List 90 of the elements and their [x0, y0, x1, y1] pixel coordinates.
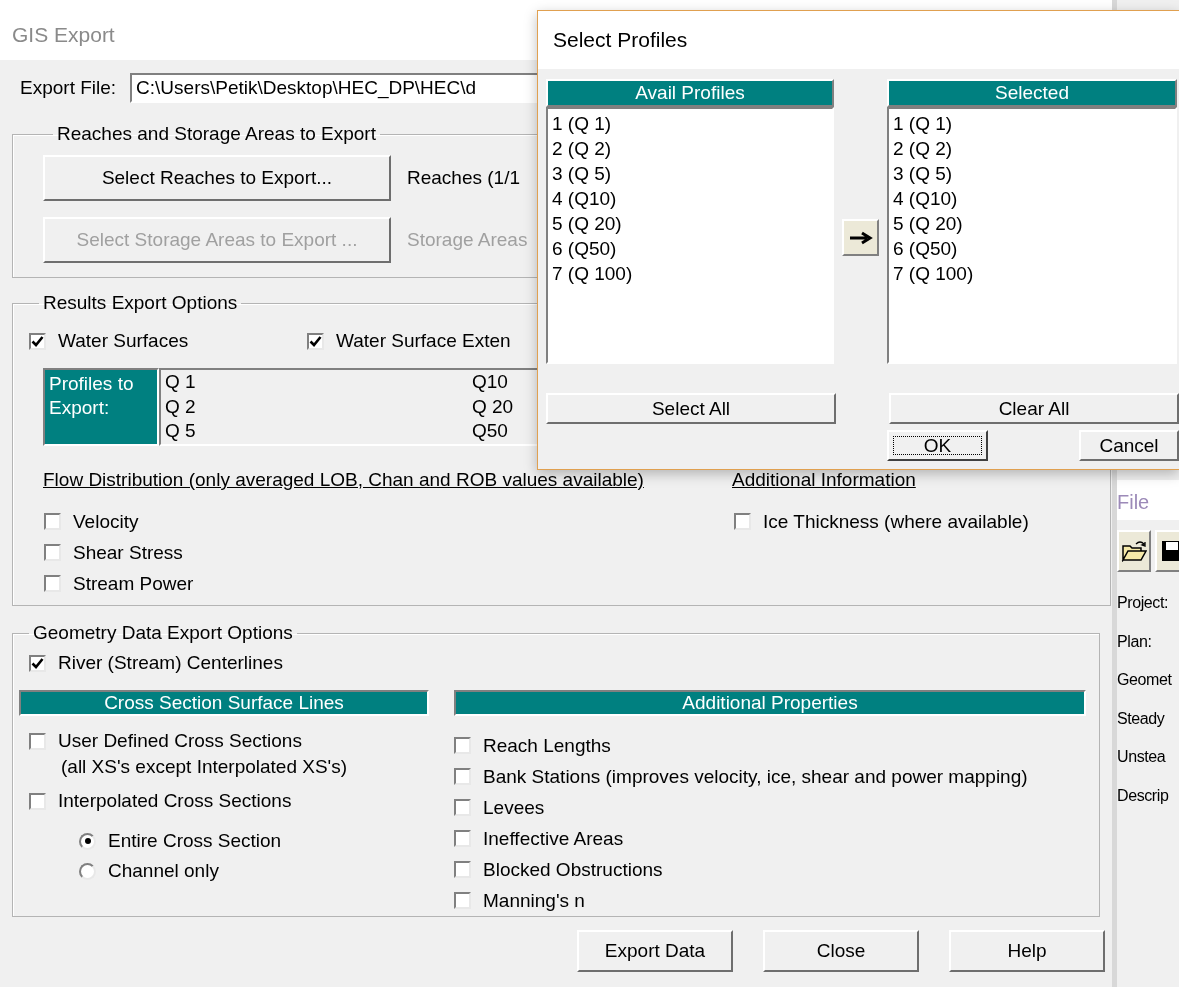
arrow-right-icon	[848, 230, 873, 245]
checkbox[interactable]	[454, 768, 471, 785]
list-item[interactable]: 3 (Q 5)	[552, 161, 828, 186]
section-header: Cross Section Surface Lines	[19, 690, 429, 716]
checkbox[interactable]	[29, 732, 46, 750]
list-item[interactable]: 7 (Q 100)	[893, 261, 1171, 286]
select-all-button[interactable]: Select All	[546, 393, 836, 424]
group-title: Results Export Options	[42, 292, 239, 314]
checkbox[interactable]	[29, 654, 46, 672]
group-title: Geometry Data Export Options	[32, 622, 294, 644]
list-item[interactable]: 5 (Q 20)	[552, 211, 828, 236]
profile-item: Q 2	[165, 394, 196, 419]
field-label: Project:	[1117, 594, 1169, 613]
checkbox-label: Ineffective Areas	[483, 827, 624, 850]
window-title: GIS Export	[12, 23, 115, 47]
dialog-button[interactable]: Close	[763, 930, 919, 972]
checkbox-label: Levees	[483, 796, 545, 819]
profile-item: Q50	[472, 419, 508, 443]
list-item[interactable]: 2 (Q 2)	[552, 136, 828, 161]
field-label: Unstea	[1117, 748, 1166, 767]
list-header: Selected	[887, 79, 1177, 107]
checkbox-label: Interpolated Cross Sections	[58, 790, 292, 812]
checkbox[interactable]	[307, 332, 324, 350]
status-text: Storage Areas	[407, 229, 528, 251]
field-label: Geomet	[1117, 671, 1172, 690]
list-item[interactable]: 6 (Q50)	[552, 236, 828, 261]
list-header: Avail Profiles	[546, 79, 834, 107]
radio-button[interactable]	[79, 832, 96, 850]
checkbox-label: River (Stream) Centerlines	[58, 652, 283, 674]
dialog-button[interactable]: Export Data	[577, 930, 733, 972]
checkbox[interactable]	[734, 513, 751, 530]
profile-item: Q10	[472, 370, 508, 394]
checkbox[interactable]	[454, 799, 471, 816]
floppy-icon	[1161, 540, 1179, 562]
checkbox[interactable]	[454, 892, 471, 909]
list-item[interactable]: 4 (Q10)	[552, 186, 828, 211]
section-header: Additional Properties	[454, 690, 1086, 716]
clear-all-button[interactable]: Clear All	[889, 393, 1179, 424]
profiles-label: Profiles to Export:	[43, 368, 159, 446]
radio-label: Entire Cross Section	[108, 830, 282, 852]
radio-button[interactable]	[79, 862, 96, 880]
status-text: Reaches (1/1	[407, 167, 520, 189]
profile-item: Q 5	[165, 419, 196, 443]
checkbox-label: Blocked Obstructions	[483, 858, 663, 881]
checkbox[interactable]	[454, 737, 471, 754]
open-button[interactable]	[1117, 530, 1151, 572]
save-button[interactable]	[1155, 530, 1179, 572]
checkbox[interactable]	[454, 861, 471, 878]
checkbox-label: Manning's n	[483, 889, 585, 912]
field-label: Descrip	[1117, 786, 1169, 806]
field-label: Export File:	[20, 77, 117, 99]
checkbox-label: Bank Stations (improves velocity, ice, shear and power mapping)	[483, 765, 1028, 788]
list-item[interactable]: 2 (Q 2)	[893, 136, 1171, 161]
cancel-button[interactable]: Cancel	[1079, 430, 1179, 461]
section-heading: Flow Distribution (only averaged LOB, Chan and ROB values available)	[43, 468, 645, 492]
checkbox[interactable]	[44, 513, 61, 530]
profile-item: Q 1	[165, 370, 196, 394]
checkbox[interactable]	[44, 544, 61, 561]
section-heading: Additional Information	[732, 468, 917, 492]
checkbox-label: Reach Lengths	[483, 734, 611, 757]
profile-item: Q 20	[472, 394, 514, 419]
radio-label: Channel only	[108, 860, 219, 882]
list-item[interactable]: 4 (Q10)	[893, 186, 1171, 211]
checkbox-label: Ice Thickness (where available)	[763, 510, 1029, 533]
checkbox-label: User Defined Cross Sections	[58, 730, 302, 752]
list-item[interactable]: 6 (Q50)	[893, 236, 1171, 261]
dialog-title: Select Profiles	[553, 28, 688, 52]
list-item[interactable]: 3 (Q 5)	[893, 161, 1171, 186]
checkbox-label: Stream Power	[73, 572, 194, 595]
ok-button[interactable]: OK	[887, 430, 988, 461]
checkbox[interactable]	[29, 332, 46, 350]
checkbox-label: Velocity	[73, 510, 139, 533]
checkbox-label: Water Surfaces	[58, 330, 189, 352]
field-label: Plan:	[1117, 632, 1152, 652]
list-item[interactable]: 1 (Q 1)	[552, 111, 828, 136]
dialog-button[interactable]: Help	[949, 930, 1105, 972]
checkbox-label: Shear Stress	[73, 541, 183, 564]
note-text: (all XS's except Interpolated XS's)	[60, 756, 349, 779]
field-label: Steady	[1117, 709, 1165, 729]
checkbox-label: Water Surface Exten	[336, 330, 511, 352]
add-button[interactable]	[842, 219, 879, 256]
list-item[interactable]: 5 (Q 20)	[893, 211, 1171, 236]
checkbox[interactable]	[44, 575, 61, 592]
list-item[interactable]: 7 (Q 100)	[552, 261, 828, 286]
list-item[interactable]: 1 (Q 1)	[893, 111, 1171, 136]
checkbox[interactable]	[454, 830, 471, 847]
checkbox[interactable]	[29, 792, 46, 810]
folder-icon	[1121, 540, 1147, 562]
group-title: Reaches and Storage Areas to Export	[56, 123, 377, 145]
select-button[interactable]: Select Reaches to Export...	[43, 155, 391, 201]
